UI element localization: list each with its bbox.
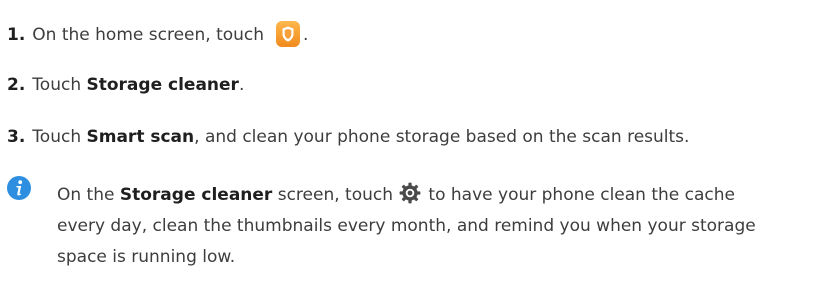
- smart-scan-label: Smart scan: [86, 127, 195, 147]
- gear-icon: [399, 182, 421, 204]
- step-text: Touch Smart scan, and clean your phone s…: [32, 126, 689, 148]
- note-prefix: On the: [57, 185, 120, 205]
- step-number: 1.: [7, 25, 26, 45]
- step-text-suffix: .: [238, 75, 245, 95]
- step-text-prefix: Touch: [32, 75, 87, 95]
- step-text-suffix: , and clean your phone storage based on …: [194, 127, 690, 147]
- note-middle: screen, touch: [272, 185, 394, 205]
- step-2: 2. Touch Storage cleaner.: [7, 74, 244, 96]
- step-text-end: .: [303, 25, 309, 45]
- phone-manager-shield-icon: [276, 21, 301, 47]
- storage-cleaner-label: Storage cleaner: [86, 75, 239, 95]
- step-3: 3. Touch Smart scan, and clean your phon…: [7, 126, 689, 148]
- info-icon: [6, 175, 32, 201]
- note-text: On the Storage cleaner screen, touch to …: [57, 180, 777, 273]
- step-number: 2.: [7, 75, 26, 95]
- step-1: 1. On the home screen, touch .: [7, 21, 309, 48]
- step-number: 3.: [7, 127, 26, 147]
- step-text: Touch Storage cleaner.: [32, 74, 244, 96]
- step-text-prefix: Touch: [32, 127, 87, 147]
- step-text: On the home screen, touch: [32, 25, 265, 45]
- storage-cleaner-label: Storage cleaner: [119, 185, 273, 205]
